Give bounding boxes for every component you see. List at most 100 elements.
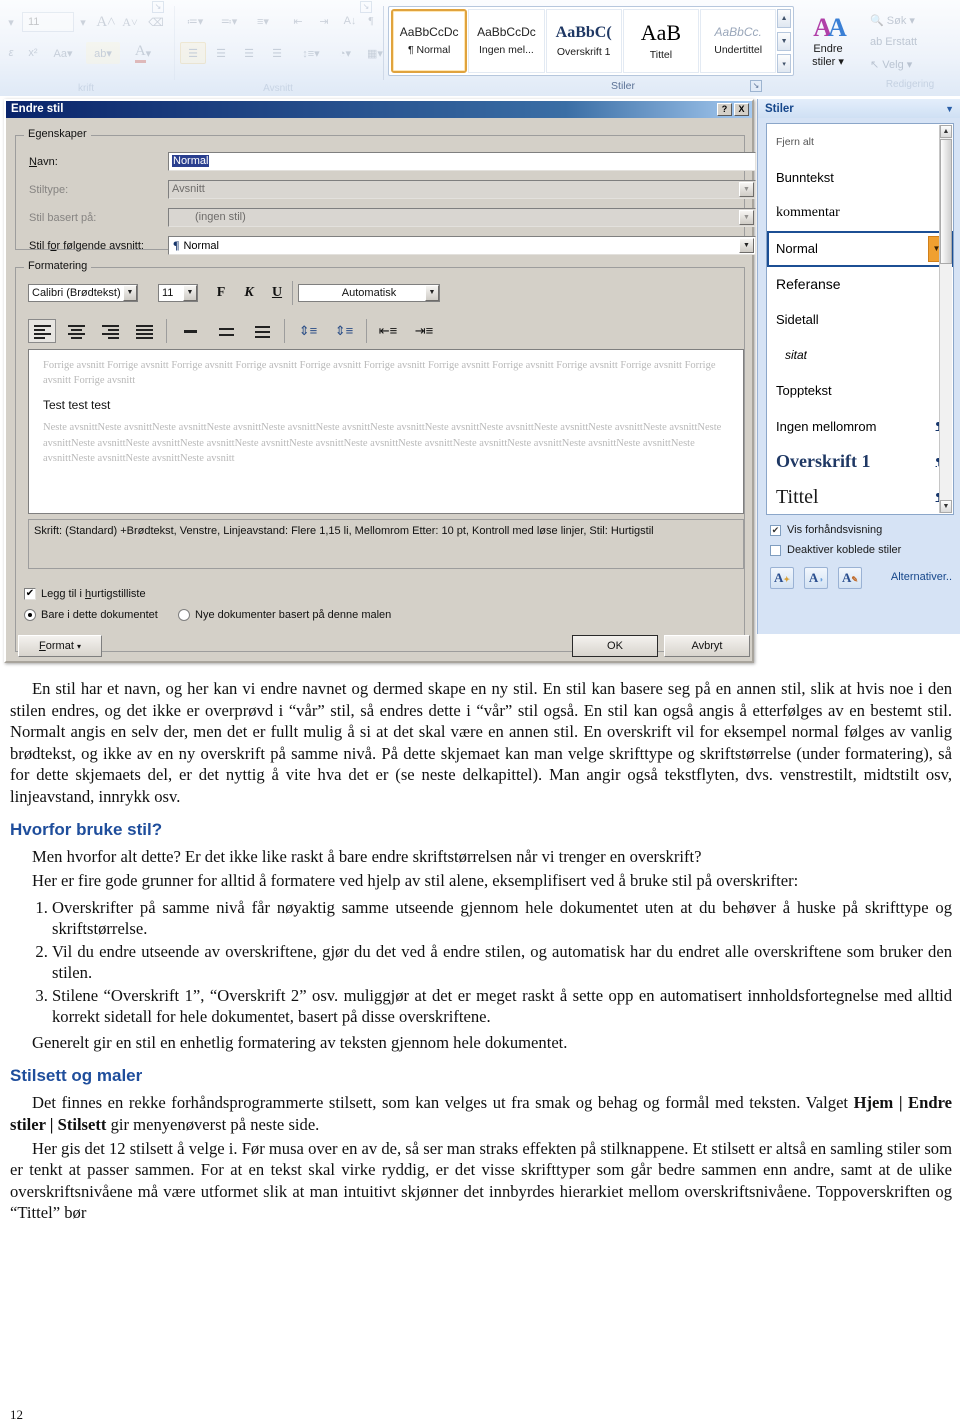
- editing-find-item[interactable]: 🔍 Søk ▾: [870, 14, 915, 27]
- gallery-item-subtitle[interactable]: AaBbCc. Undertittel: [700, 9, 777, 73]
- strikethrough-icon[interactable]: ɛ: [2, 42, 20, 64]
- align-right-button[interactable]: [96, 319, 124, 343]
- align-left-button[interactable]: [28, 319, 56, 343]
- options-link[interactable]: Alternativer..: [891, 571, 952, 583]
- gallery-item-no-spacing[interactable]: AaBbCcDc Ingen mel...: [468, 9, 545, 73]
- dialog-help-button[interactable]: ?: [717, 103, 732, 116]
- list-item[interactable]: Tittel ¶a: [767, 480, 953, 516]
- superscript-icon[interactable]: x²: [22, 42, 44, 64]
- disable-linked-styles-checkbox[interactable]: Deaktiver koblede stiler: [770, 544, 901, 556]
- font-color-combo[interactable]: Automatisk ▼: [298, 284, 440, 302]
- next-style-chevron-down-icon[interactable]: ▼: [739, 238, 754, 253]
- scroll-down-icon[interactable]: ▼: [940, 500, 952, 513]
- style-name-input[interactable]: Normal: [168, 152, 756, 171]
- dialog-close-button[interactable]: X: [734, 103, 749, 116]
- font-size-box[interactable]: 11: [22, 12, 74, 32]
- numbering-icon[interactable]: ≕▾: [214, 10, 244, 32]
- gallery-item-normal[interactable]: AaBbCcDc ¶ Normal: [391, 9, 468, 73]
- scroll-up-icon[interactable]: ▲: [940, 125, 952, 138]
- styles-list-scrollbar[interactable]: ▲ ▼: [939, 125, 952, 513]
- decrease-spacing-before-button[interactable]: ⇕≡: [294, 319, 322, 343]
- line-spacing-15-button[interactable]: [212, 319, 240, 343]
- paragraph-dialog-launcher-icon[interactable]: ↘: [360, 1, 372, 13]
- font-color-chevron-down-icon[interactable]: ▼: [425, 285, 439, 301]
- ok-button[interactable]: OK: [572, 635, 658, 657]
- bullets-icon[interactable]: ≔▾: [180, 10, 210, 32]
- line-spacing-icon[interactable]: ↕≡▾: [296, 42, 326, 64]
- show-preview-checkbox[interactable]: ✔ Vis forhåndsvisning: [770, 524, 882, 536]
- line-spacing-single-button[interactable]: [176, 319, 204, 343]
- borders-icon[interactable]: ▦▾: [362, 42, 388, 64]
- font-color-icon[interactable]: A ▾: [126, 42, 160, 64]
- list-item[interactable]: Bunntekst ¶: [767, 160, 953, 196]
- justify-icon[interactable]: ☰: [264, 42, 290, 64]
- increase-indent-button[interactable]: ⇥≡: [410, 319, 438, 343]
- show-marks-icon[interactable]: ¶: [362, 10, 380, 32]
- underline-button[interactable]: U: [264, 282, 290, 304]
- new-style-button[interactable]: A✦: [770, 567, 794, 589]
- manage-styles-button[interactable]: A✎: [838, 567, 862, 589]
- gallery-item-heading1[interactable]: AaBbC( Overskrift 1: [545, 9, 622, 73]
- list-item[interactable]: Ingen mellomrom ¶a: [767, 409, 953, 445]
- decrease-indent-button[interactable]: ⇤≡: [374, 319, 402, 343]
- font-size-arrow-icon[interactable]: ▾: [76, 12, 90, 32]
- list-item[interactable]: Referanse ¶: [767, 267, 953, 303]
- styles-gallery[interactable]: AaBbCcDc ¶ Normal AaBbCcDc Ingen mel... …: [388, 6, 794, 76]
- dialog-title-bar[interactable]: Endre stil ? X: [6, 101, 752, 118]
- pane-menu-chevron-down-icon[interactable]: ▼: [945, 104, 954, 114]
- styles-dialog-launcher-icon[interactable]: ↘: [750, 80, 762, 92]
- increase-spacing-before-button[interactable]: ⇕≡: [330, 319, 358, 343]
- list-item-selected[interactable]: Normal ▼: [767, 230, 953, 267]
- heading-stilsett-og-maler: Stilsett og maler: [10, 1066, 143, 1086]
- gallery-scroll-down-icon[interactable]: ▼: [777, 31, 791, 51]
- gallery-item-title[interactable]: AaB Tittel: [622, 9, 700, 73]
- gallery-scroll-up-icon[interactable]: ▲: [777, 9, 791, 28]
- preview-sample-text: Test test test: [43, 398, 111, 413]
- heading-hvorfor-bruke-stil: Hvorfor bruke stil?: [10, 820, 163, 840]
- italic-button[interactable]: K: [236, 282, 262, 304]
- align-center-icon[interactable]: ☰: [208, 42, 234, 64]
- align-right-icon[interactable]: ☰: [236, 42, 262, 64]
- list-item[interactable]: Sidetall a: [767, 302, 953, 338]
- bold-button[interactable]: F: [208, 282, 234, 304]
- highlight-color-icon[interactable]: ab▾: [86, 42, 120, 64]
- radio-new-documents[interactable]: Nye dokumenter basert på denne malen: [178, 609, 391, 621]
- change-case-icon[interactable]: Aa▾: [48, 42, 78, 64]
- shading-icon[interactable]: ◔▾: [330, 42, 360, 64]
- format-button[interactable]: Format ▾: [18, 635, 102, 657]
- font-name-arrow-icon[interactable]: ▾: [4, 12, 18, 32]
- gallery-scrollbar[interactable]: ▲ ▼ ▾: [777, 9, 791, 73]
- next-style-combo[interactable]: ¶ Normal ▼: [168, 236, 756, 255]
- list-item[interactable]: Overskrift 1 ¶a: [767, 444, 953, 480]
- font-dialog-launcher-icon[interactable]: ↘: [152, 1, 164, 13]
- change-styles-button[interactable]: AA Endre stiler ▾: [800, 6, 856, 76]
- list-item[interactable]: Fjern alt: [767, 124, 953, 160]
- decrease-indent-icon[interactable]: ⇤: [286, 10, 310, 32]
- multilevel-list-icon[interactable]: ≡▾: [248, 10, 278, 32]
- styles-list[interactable]: Fjern alt Bunntekst ¶ kommentar ¶ Normal…: [766, 123, 954, 515]
- list-item[interactable]: kommentar ¶: [767, 195, 953, 231]
- list-item[interactable]: sitat ¶: [767, 338, 953, 374]
- add-to-quicklist-checkbox[interactable]: ✔ Legg til i hurtigstilliste: [24, 588, 146, 600]
- line-spacing-double-button[interactable]: [248, 319, 276, 343]
- font-size-chevron-down-icon[interactable]: ▼: [183, 285, 197, 301]
- font-family-chevron-down-icon[interactable]: ▼: [123, 285, 137, 301]
- editing-select-item[interactable]: ↖ Velg ▾: [870, 58, 912, 71]
- cancel-button[interactable]: Avbryt: [664, 635, 750, 657]
- list-item[interactable]: Topptekst ¶: [767, 373, 953, 409]
- align-left-icon[interactable]: ☰: [180, 42, 206, 64]
- align-center-button[interactable]: [62, 319, 90, 343]
- gallery-more-icon[interactable]: ▾: [777, 54, 791, 73]
- editing-replace-item[interactable]: ab Erstatt: [870, 36, 917, 48]
- sort-icon[interactable]: A↓: [340, 10, 360, 32]
- increase-indent-icon[interactable]: ⇥: [312, 10, 336, 32]
- style-inspector-button[interactable]: A◑: [804, 567, 828, 589]
- clear-formatting-icon[interactable]: ⌫: [144, 10, 168, 34]
- radio-this-document[interactable]: Bare i dette dokumentet: [24, 609, 158, 621]
- font-size-combo[interactable]: 11 ▼: [158, 284, 198, 302]
- font-family-combo[interactable]: Calibri (Brødtekst) ▼: [28, 284, 138, 302]
- scrollbar-thumb[interactable]: [940, 139, 952, 264]
- justify-button[interactable]: [130, 319, 158, 343]
- grow-font-icon[interactable]: A˄: [94, 10, 118, 34]
- shrink-font-icon[interactable]: A˅: [118, 10, 142, 34]
